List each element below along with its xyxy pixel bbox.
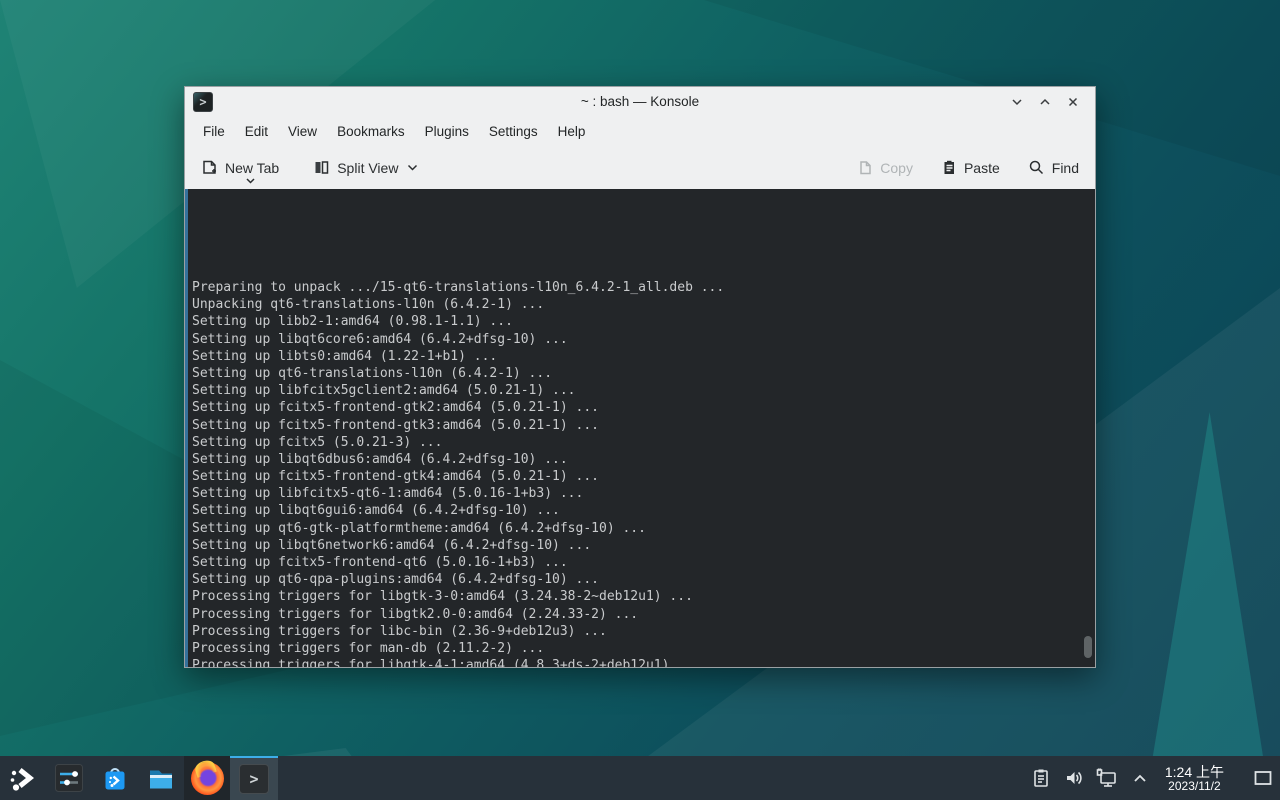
terminal-line: Setting up fcitx5-frontend-qt6 (5.0.16-1… — [192, 554, 1081, 571]
menu-item[interactable]: Bookmarks — [327, 119, 415, 144]
terminal-line: Setting up qt6-translations-l10n (6.4.2-… — [192, 365, 1081, 382]
new-tab-button[interactable]: New Tab — [201, 159, 279, 176]
terminal-line: Processing triggers for libc-bin (2.36-9… — [192, 623, 1081, 640]
terminal-line: Setting up libqt6dbus6:amd64 (6.4.2+dfsg… — [192, 451, 1081, 468]
terminal-line: Setting up qt6-qpa-plugins:amd64 (6.4.2+… — [192, 571, 1081, 588]
discover-button[interactable] — [92, 756, 138, 800]
minimize-button[interactable] — [1007, 92, 1027, 112]
chevron-down-icon — [407, 164, 418, 171]
terminal-line: Setting up fcitx5-frontend-gtk2:amd64 (5… — [192, 399, 1081, 416]
terminal-line: Setting up fcitx5-frontend-gtk3:amd64 (5… — [192, 417, 1081, 434]
new-tab-icon — [201, 159, 218, 176]
konsole-icon: > — [239, 764, 269, 794]
paste-icon — [941, 159, 957, 176]
close-icon — [1066, 95, 1080, 109]
system-settings-icon — [54, 763, 84, 793]
split-view-button[interactable]: Split View — [313, 159, 418, 176]
terminal-focus-strip — [185, 189, 188, 667]
window-title: ~ : bash — Konsole — [185, 94, 1095, 109]
menu-item[interactable]: View — [278, 119, 327, 144]
file-manager-button[interactable] — [138, 756, 184, 800]
terminal-line: Setting up libqt6gui6:amd64 (6.4.2+dfsg-… — [192, 502, 1081, 519]
menu-item[interactable]: Edit — [235, 119, 278, 144]
chevron-up-icon — [1130, 768, 1150, 788]
konsole-window: > ~ : bash — Konsole FileEditViewBookmar… — [184, 86, 1096, 668]
app-launcher-icon — [8, 763, 38, 793]
terminal-line: Setting up libfcitx5-qt6-1:amd64 (5.0.16… — [192, 485, 1081, 502]
clock-time: 1:24 上午 — [1165, 764, 1224, 780]
split-view-icon — [313, 159, 330, 176]
system-settings-button[interactable] — [46, 756, 92, 800]
chevron-up-icon — [1038, 95, 1052, 109]
konsole-app-icon: > — [193, 92, 213, 112]
app-launcher-button[interactable] — [0, 756, 46, 800]
toolbar-left-group: New Tab Split View — [201, 159, 418, 176]
paste-label: Paste — [964, 160, 1000, 176]
show-desktop-icon — [1253, 769, 1273, 787]
search-icon — [1028, 159, 1045, 176]
terminal-line: Preparing to unpack .../15-qt6-translati… — [192, 279, 1081, 296]
terminal-line: Setting up fcitx5 (5.0.21-3) ... — [192, 434, 1081, 451]
window-titlebar[interactable]: > ~ : bash — Konsole — [185, 87, 1095, 116]
new-tab-label: New Tab — [225, 160, 279, 176]
copy-icon — [857, 159, 873, 176]
terminal-content: Preparing to unpack .../15-qt6-translati… — [192, 193, 1081, 667]
clock-widget[interactable]: 1:24 上午 2023/11/2 — [1157, 756, 1232, 800]
terminal-view[interactable]: Preparing to unpack .../15-qt6-translati… — [185, 189, 1095, 667]
tray-expander-button[interactable] — [1127, 763, 1153, 793]
show-desktop-button[interactable] — [1246, 756, 1280, 800]
menu-bar: FileEditViewBookmarksPluginsSettingsHelp — [185, 116, 1095, 146]
chevron-down-icon — [246, 178, 255, 184]
volume-icon — [1063, 767, 1085, 789]
menu-item[interactable]: Plugins — [415, 119, 479, 144]
discover-icon — [100, 763, 130, 793]
terminal-line: Setting up qt6-gtk-platformtheme:amd64 (… — [192, 520, 1081, 537]
split-view-label: Split View — [337, 160, 398, 176]
terminal-line: Processing triggers for man-db (2.11.2-2… — [192, 640, 1081, 657]
scrollbar-thumb[interactable] — [1084, 636, 1092, 658]
file-manager-icon — [146, 763, 176, 793]
copy-button[interactable]: Copy — [857, 159, 913, 176]
toolbar: New Tab Split View Copy — [185, 146, 1095, 189]
terminal-line: Processing triggers for libgtk-4-1:amd64… — [192, 657, 1081, 667]
terminal-line: Setting up libb2-1:amd64 (0.98.1-1.1) ..… — [192, 313, 1081, 330]
find-label: Find — [1052, 160, 1079, 176]
close-button[interactable] — [1063, 92, 1083, 112]
terminal-line: Unpacking qt6-translations-l10n (6.4.2-1… — [192, 296, 1081, 313]
toolbar-right-group: Copy Paste Find — [857, 159, 1079, 176]
network-tray-button[interactable] — [1094, 763, 1120, 793]
firefox-icon — [191, 762, 224, 795]
clipboard-icon — [1030, 767, 1052, 789]
terminal-line: Setting up fcitx5-frontend-gtk4:amd64 (5… — [192, 468, 1081, 485]
terminal-line: Setting up libqt6network6:amd64 (6.4.2+d… — [192, 537, 1081, 554]
terminal-line: Setting up libqt6core6:amd64 (6.4.2+dfsg… — [192, 331, 1081, 348]
paste-button[interactable]: Paste — [941, 159, 1000, 176]
copy-label: Copy — [880, 160, 913, 176]
chevron-down-icon — [1010, 95, 1024, 109]
clock-date: 2023/11/2 — [1168, 780, 1221, 793]
clipboard-tray-button[interactable] — [1028, 763, 1054, 793]
menu-item[interactable]: Settings — [479, 119, 548, 144]
maximize-button[interactable] — [1035, 92, 1055, 112]
terminal-output: Preparing to unpack .../15-qt6-translati… — [192, 227, 1081, 667]
volume-tray-button[interactable] — [1061, 763, 1087, 793]
terminal-line: Setting up libfcitx5gclient2:amd64 (5.0.… — [192, 382, 1081, 399]
konsole-task-button[interactable]: > — [230, 756, 278, 800]
menu-item[interactable]: File — [193, 119, 235, 144]
terminal-line: Processing triggers for libgtk-3-0:amd64… — [192, 588, 1081, 605]
taskbar: > — [0, 756, 1280, 800]
terminal-line: Setting up libts0:amd64 (1.22-1+b1) ... — [192, 348, 1081, 365]
window-controls — [1007, 92, 1095, 112]
find-button[interactable]: Find — [1028, 159, 1079, 176]
firefox-task-button[interactable] — [184, 756, 230, 800]
menu-item[interactable]: Help — [548, 119, 596, 144]
terminal-line: Processing triggers for libgtk2.0-0:amd6… — [192, 606, 1081, 623]
system-tray — [1028, 756, 1153, 800]
network-icon — [1095, 767, 1118, 789]
